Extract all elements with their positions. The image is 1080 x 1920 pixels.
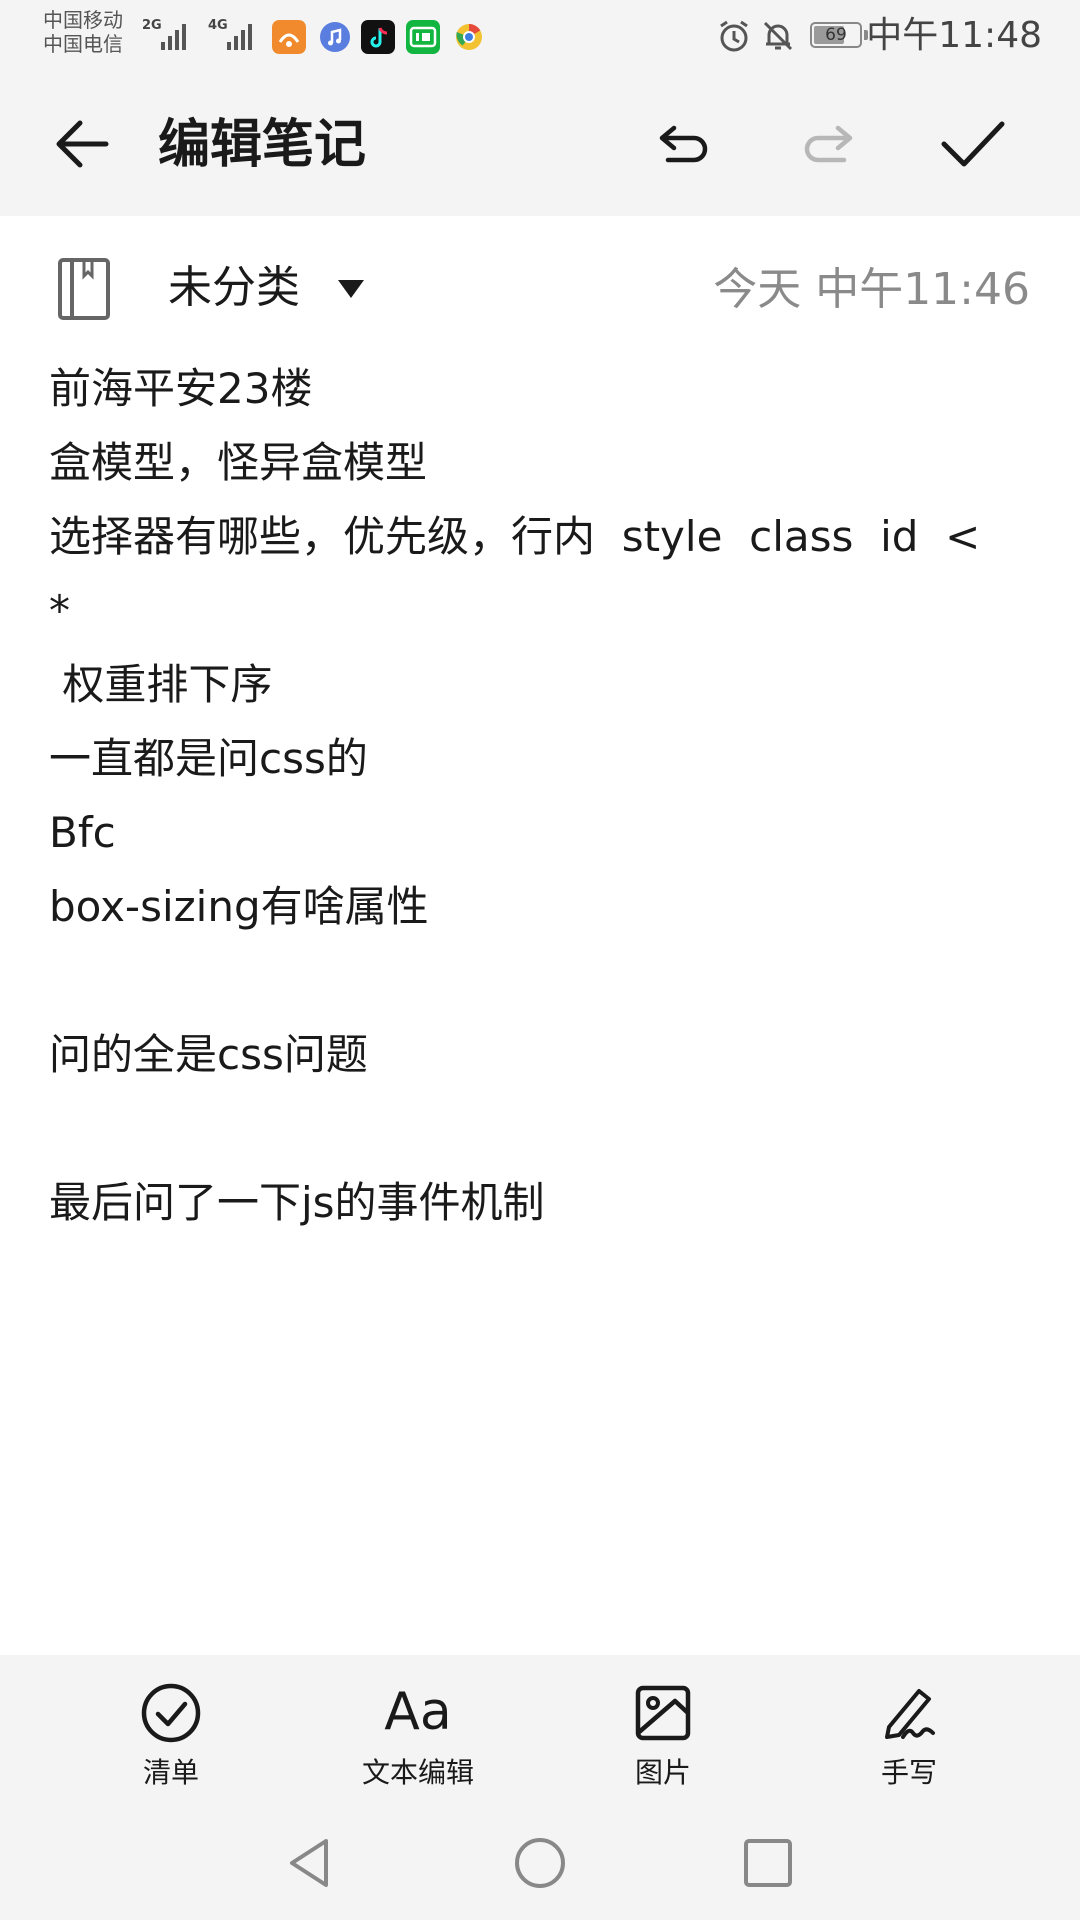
text-format-icon: Aa xyxy=(384,1682,452,1742)
note-editor[interactable]: 前海平安23楼 盒模型，怪异盒模型 选择器有哪些，优先级，行内 style clas… xyxy=(49,352,1029,1240)
image-label: 图片 xyxy=(634,1756,691,1789)
note-line[interactable]: 前海平安23楼 xyxy=(49,352,1029,426)
caret-down-icon[interactable] xyxy=(336,278,366,300)
handwriting-button[interactable]: 手写 xyxy=(809,1655,1009,1805)
status-time: 中午11:48 xyxy=(866,15,1042,56)
back-arrow-icon[interactable] xyxy=(48,108,120,180)
undo-icon[interactable] xyxy=(648,108,720,180)
page-title: 编辑笔记 xyxy=(158,115,367,175)
sim2-signal: 4G xyxy=(208,16,264,52)
nav-recents-icon[interactable] xyxy=(740,1835,796,1891)
checklist-label: 清单 xyxy=(142,1756,199,1789)
checklist-icon xyxy=(141,1683,201,1743)
note-timestamp: 今天 中午11:46 xyxy=(713,264,1030,315)
music-icon xyxy=(320,22,350,52)
text-edit-label: 文本编辑 xyxy=(361,1756,474,1789)
status-bar: 中国移动 中国电信 2G 4G 69 中午11:48 xyxy=(0,0,1080,72)
sim1-network-type: 2G xyxy=(142,18,162,33)
note-line[interactable]: * xyxy=(49,574,1029,648)
note-line[interactable] xyxy=(49,944,1029,1018)
note-line[interactable]: 一直都是问css的 xyxy=(49,722,1029,796)
signal-bars-icon xyxy=(227,24,252,50)
check-icon[interactable] xyxy=(936,108,1008,180)
carrier-info: 中国移动 中国电信 xyxy=(43,8,123,56)
uc-browser-icon xyxy=(272,20,306,54)
battery-level: 69 xyxy=(825,25,847,45)
note-line[interactable]: 选择器有哪些，优先级，行内 style class id < xyxy=(49,500,1029,574)
note-line[interactable]: 问的全是css问题 xyxy=(49,1018,1029,1092)
nav-home-icon[interactable] xyxy=(512,1835,568,1891)
note-line[interactable] xyxy=(49,1092,1029,1166)
top-toolbar: 编辑笔记 xyxy=(0,72,1080,216)
redo-icon[interactable] xyxy=(792,108,864,180)
chrome-like-icon xyxy=(456,23,482,50)
tiktok-icon xyxy=(361,20,395,54)
note-line[interactable]: box-sizing有啥属性 xyxy=(49,870,1029,944)
format-bar: 清单 Aa 文本编辑 图片 手写 xyxy=(0,1655,1080,1805)
iqiyi-icon xyxy=(406,20,440,54)
image-icon xyxy=(635,1685,691,1741)
handwriting-pen-icon xyxy=(885,1689,935,1739)
note-line[interactable]: 权重排下序 xyxy=(49,648,1029,722)
signal-bars-icon xyxy=(161,24,186,50)
note-meta: 未分类 今天 中午11:46 xyxy=(0,216,1080,346)
note-line[interactable]: 最后问了一下js的事件机制 xyxy=(49,1166,1029,1240)
note-line[interactable]: 盒模型，怪异盒模型 xyxy=(49,426,1029,500)
carrier-2: 中国电信 xyxy=(43,32,123,56)
sim1-signal: 2G xyxy=(142,16,198,52)
notifications-off-icon xyxy=(763,21,793,51)
text-edit-button[interactable]: Aa 文本编辑 xyxy=(318,1655,518,1805)
alarm-icon xyxy=(720,20,748,52)
note-line[interactable]: Bfc xyxy=(49,796,1029,870)
system-nav-bar xyxy=(0,1805,1080,1920)
carrier-1: 中国移动 xyxy=(43,8,123,32)
image-button[interactable]: 图片 xyxy=(563,1655,763,1805)
category-selector[interactable]: 未分类 xyxy=(168,258,300,318)
sim2-network-type: 4G xyxy=(208,18,228,33)
handwriting-label: 手写 xyxy=(880,1756,937,1789)
notebook-icon[interactable] xyxy=(56,256,112,322)
battery-icon: 69 xyxy=(810,22,862,48)
checklist-button[interactable]: 清单 xyxy=(71,1655,271,1805)
nav-back-icon[interactable] xyxy=(282,1835,338,1891)
